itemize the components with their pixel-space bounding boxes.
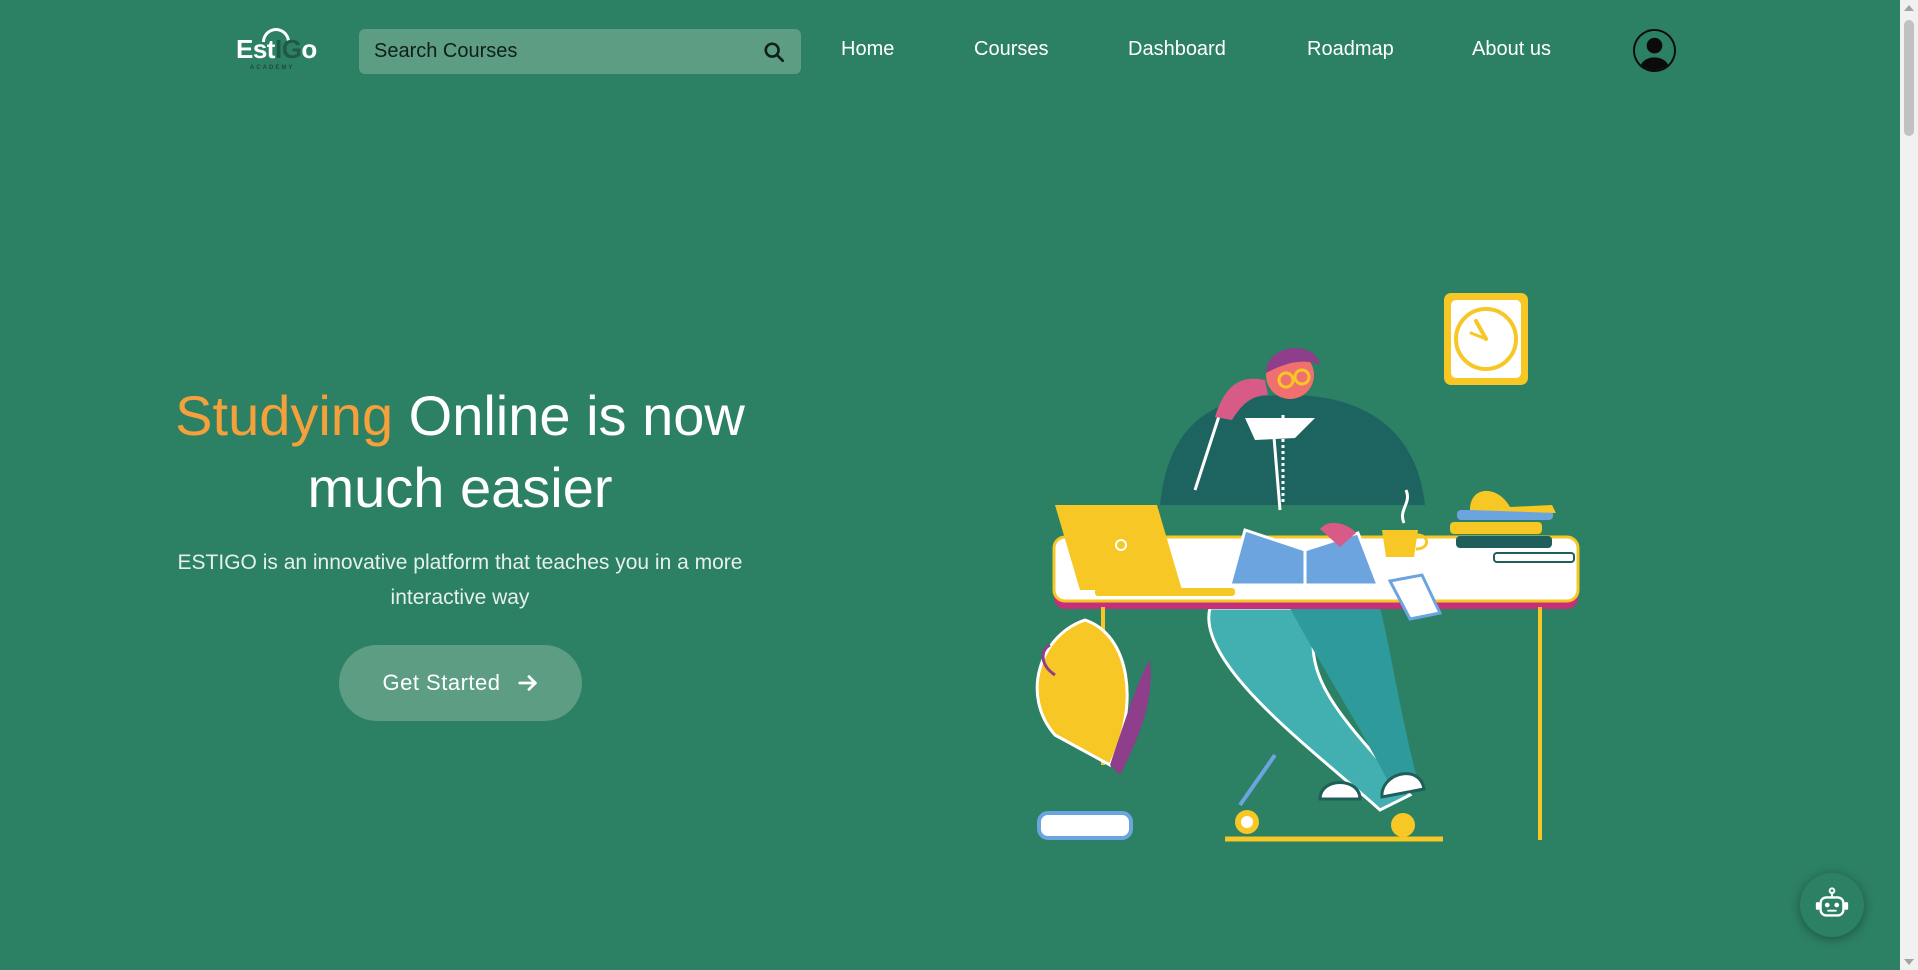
- logo-text-end: o: [301, 34, 317, 64]
- search-input[interactable]: [359, 29, 739, 74]
- logo-text-accent: IG: [274, 34, 302, 64]
- nav-home[interactable]: Home: [841, 38, 894, 61]
- chatbot-button[interactable]: [1800, 873, 1864, 937]
- person-studying-at-desk-illustration: [1035, 293, 1580, 842]
- get-started-label: Get Started: [382, 670, 501, 695]
- logo-subtitle: ACADEMY: [250, 65, 295, 71]
- arrow-right-icon: [517, 675, 537, 691]
- hero-description: ESTIGO is an innovative platform that te…: [177, 551, 743, 609]
- user-avatar-icon[interactable]: [1632, 28, 1677, 73]
- hero-title-accent: Studying: [175, 384, 394, 447]
- nav-about-us[interactable]: About us: [1472, 38, 1551, 61]
- nav-courses[interactable]: Courses: [974, 38, 1048, 61]
- estigo-logo[interactable]: EstIGo ACADEMY: [236, 28, 322, 72]
- get-started-button[interactable]: Get Started: [339, 645, 582, 721]
- hero-title: Studying Online is now much easier: [130, 380, 790, 524]
- top-navbar: EstIGo ACADEMY Home Courses Dashboard Ro…: [0, 0, 1900, 100]
- scrollbar-thumb[interactable]: [1904, 20, 1914, 136]
- nav-roadmap[interactable]: Roadmap: [1307, 38, 1394, 61]
- nav-dashboard[interactable]: Dashboard: [1128, 38, 1226, 61]
- vertical-scrollbar[interactable]: [1900, 0, 1918, 970]
- scroll-up-arrow-icon[interactable]: [1904, 5, 1914, 11]
- scroll-down-arrow-icon[interactable]: [1904, 959, 1914, 965]
- search-bar: [359, 29, 801, 74]
- logo-text-main: Est: [236, 34, 275, 64]
- logo-wordmark: EstIGo: [236, 36, 317, 62]
- robot-icon: [1815, 887, 1849, 917]
- search-icon[interactable]: [763, 41, 785, 63]
